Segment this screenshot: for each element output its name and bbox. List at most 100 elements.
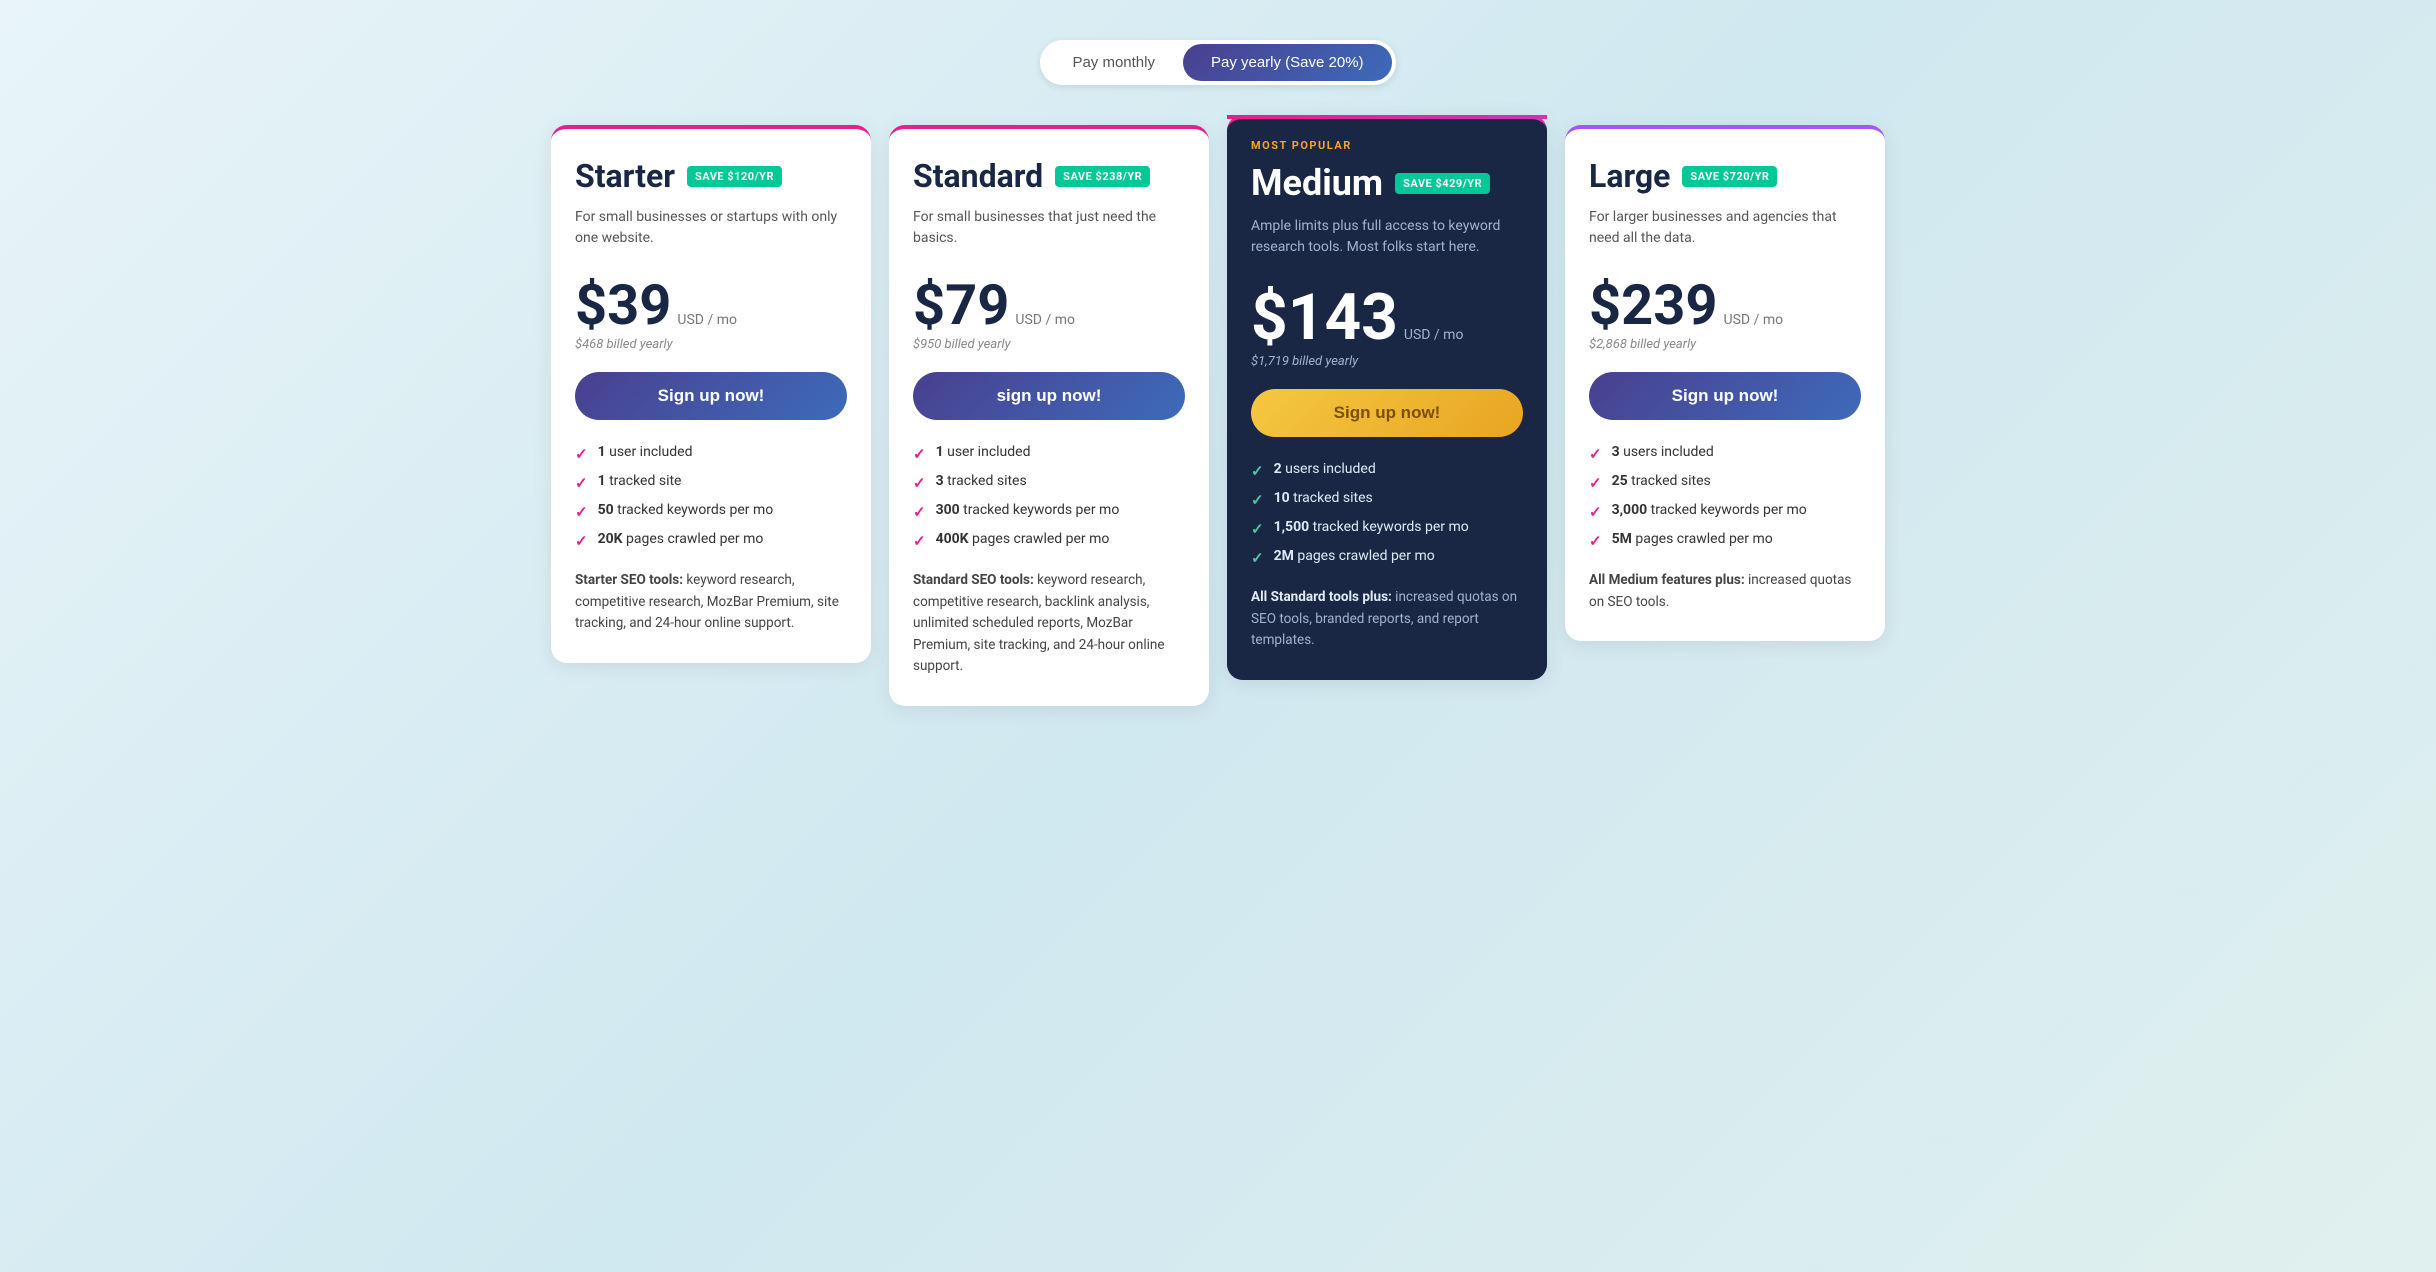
check-icon: ✓: [913, 474, 926, 492]
tools-label: All Standard tools plus:: [1251, 589, 1392, 605]
price-row: $143 USD / mo: [1251, 286, 1523, 350]
feature-text: 50 tracked keywords per mo: [598, 502, 774, 518]
plan-description: For larger businesses and agencies that …: [1589, 207, 1861, 257]
billed-yearly: $468 billed yearly: [575, 337, 847, 352]
feature-item: ✓ 20K pages crawled per mo: [575, 531, 847, 550]
feature-item: ✓ 10 tracked sites: [1251, 490, 1523, 509]
feature-text: 2 users included: [1274, 461, 1376, 477]
features-list-large: ✓ 3 users included ✓ 25 tracked sites ✓ …: [1589, 444, 1861, 550]
most-popular-badge: MOST POPULAR: [1251, 139, 1523, 152]
features-list-medium: ✓ 2 users included ✓ 10 tracked sites ✓ …: [1251, 461, 1523, 567]
plan-name: Standard: [913, 157, 1043, 195]
feature-item: ✓ 300 tracked keywords per mo: [913, 502, 1185, 521]
plans-container: Starter SAVE $120/YR For small businesse…: [518, 125, 1918, 706]
feature-text: 5M pages crawled per mo: [1612, 531, 1773, 547]
price-amount: $143: [1251, 286, 1398, 350]
tools-description-large: All Medium features plus: increased quot…: [1589, 570, 1861, 613]
plan-name: Large: [1589, 157, 1670, 195]
check-icon: ✓: [1589, 474, 1602, 492]
feature-text: 10 tracked sites: [1274, 490, 1373, 506]
check-icon: ✓: [913, 503, 926, 521]
check-icon: ✓: [913, 532, 926, 550]
feature-text: 300 tracked keywords per mo: [936, 502, 1120, 518]
check-icon: ✓: [1251, 491, 1264, 509]
signup-button-starter[interactable]: Sign up now!: [575, 372, 847, 420]
feature-text: 1 tracked site: [598, 473, 682, 489]
plan-header: Standard SAVE $238/YR: [913, 157, 1185, 195]
check-icon: ✓: [1589, 532, 1602, 550]
check-icon: ✓: [913, 445, 926, 463]
feature-text: 1 user included: [936, 444, 1031, 460]
plan-header: Large SAVE $720/YR: [1589, 157, 1861, 195]
feature-text: 3 users included: [1612, 444, 1714, 460]
tools-label: All Medium features plus:: [1589, 572, 1745, 588]
feature-item: ✓ 50 tracked keywords per mo: [575, 502, 847, 521]
check-icon: ✓: [575, 503, 588, 521]
feature-item: ✓ 3 tracked sites: [913, 473, 1185, 492]
feature-item: ✓ 3,000 tracked keywords per mo: [1589, 502, 1861, 521]
billed-yearly: $950 billed yearly: [913, 337, 1185, 352]
price-unit: USD / mo: [1724, 312, 1784, 328]
feature-item: ✓ 1,500 tracked keywords per mo: [1251, 519, 1523, 538]
plan-card-starter: Starter SAVE $120/YR For small businesse…: [551, 125, 871, 663]
tools-label: Starter SEO tools:: [575, 572, 683, 588]
feature-item: ✓ 1 tracked site: [575, 473, 847, 492]
price-row: $79 USD / mo: [913, 277, 1185, 333]
feature-item: ✓ 400K pages crawled per mo: [913, 531, 1185, 550]
feature-text: 20K pages crawled per mo: [598, 531, 764, 547]
yearly-toggle-btn[interactable]: Pay yearly (Save 20%): [1183, 44, 1392, 81]
check-icon: ✓: [1589, 503, 1602, 521]
plan-card-medium: MOST POPULAR Medium SAVE $429/YR Ample l…: [1227, 115, 1547, 680]
price-amount: $239: [1589, 277, 1718, 333]
plan-description: Ample limits plus full access to keyword…: [1251, 216, 1523, 266]
features-list-standard: ✓ 1 user included ✓ 3 tracked sites ✓ 30…: [913, 444, 1185, 550]
save-badge: SAVE $238/YR: [1055, 166, 1150, 187]
tools-label: Standard SEO tools:: [913, 572, 1034, 588]
feature-text: 2M pages crawled per mo: [1274, 548, 1435, 564]
check-icon: ✓: [1251, 549, 1264, 567]
feature-item: ✓ 1 user included: [913, 444, 1185, 463]
plan-description: For small businesses that just need the …: [913, 207, 1185, 257]
price-unit: USD / mo: [1015, 312, 1075, 328]
price-unit: USD / mo: [1404, 327, 1464, 343]
feature-item: ✓ 2M pages crawled per mo: [1251, 548, 1523, 567]
signup-button-medium[interactable]: Sign up now!: [1251, 389, 1523, 437]
check-icon: ✓: [575, 445, 588, 463]
tools-description-starter: Starter SEO tools: keyword research, com…: [575, 570, 847, 635]
plan-name: Medium: [1251, 162, 1383, 204]
plan-card-large: Large SAVE $720/YR For larger businesses…: [1565, 125, 1885, 641]
feature-text: 1,500 tracked keywords per mo: [1274, 519, 1469, 535]
feature-item: ✓ 5M pages crawled per mo: [1589, 531, 1861, 550]
feature-text: 3,000 tracked keywords per mo: [1612, 502, 1807, 518]
price-row: $39 USD / mo: [575, 277, 847, 333]
check-icon: ✓: [575, 532, 588, 550]
tools-description-medium: All Standard tools plus: increased quota…: [1251, 587, 1523, 652]
feature-item: ✓ 2 users included: [1251, 461, 1523, 480]
billing-toggle: Pay monthly Pay yearly (Save 20%): [20, 40, 2416, 85]
billed-yearly: $2,868 billed yearly: [1589, 337, 1861, 352]
check-icon: ✓: [575, 474, 588, 492]
price-unit: USD / mo: [677, 312, 737, 328]
plan-header: Starter SAVE $120/YR: [575, 157, 847, 195]
signup-button-standard[interactable]: sign up now!: [913, 372, 1185, 420]
check-icon: ✓: [1251, 520, 1264, 538]
monthly-toggle-btn[interactable]: Pay monthly: [1044, 44, 1183, 81]
feature-item: ✓ 25 tracked sites: [1589, 473, 1861, 492]
toggle-container: Pay monthly Pay yearly (Save 20%): [1040, 40, 1395, 85]
feature-text: 1 user included: [598, 444, 693, 460]
price-row: $239 USD / mo: [1589, 277, 1861, 333]
feature-item: ✓ 1 user included: [575, 444, 847, 463]
signup-button-large[interactable]: Sign up now!: [1589, 372, 1861, 420]
plan-name: Starter: [575, 157, 675, 195]
billed-yearly: $1,719 billed yearly: [1251, 354, 1523, 369]
features-list-starter: ✓ 1 user included ✓ 1 tracked site ✓ 50 …: [575, 444, 847, 550]
plan-header: Medium SAVE $429/YR: [1251, 162, 1523, 204]
price-amount: $79: [913, 277, 1009, 333]
plan-description: For small businesses or startups with on…: [575, 207, 847, 257]
feature-text: 3 tracked sites: [936, 473, 1027, 489]
save-badge: SAVE $429/YR: [1395, 173, 1490, 194]
save-badge: SAVE $720/YR: [1682, 166, 1777, 187]
feature-text: 400K pages crawled per mo: [936, 531, 1110, 547]
feature-item: ✓ 3 users included: [1589, 444, 1861, 463]
plan-card-standard: Standard SAVE $238/YR For small business…: [889, 125, 1209, 706]
